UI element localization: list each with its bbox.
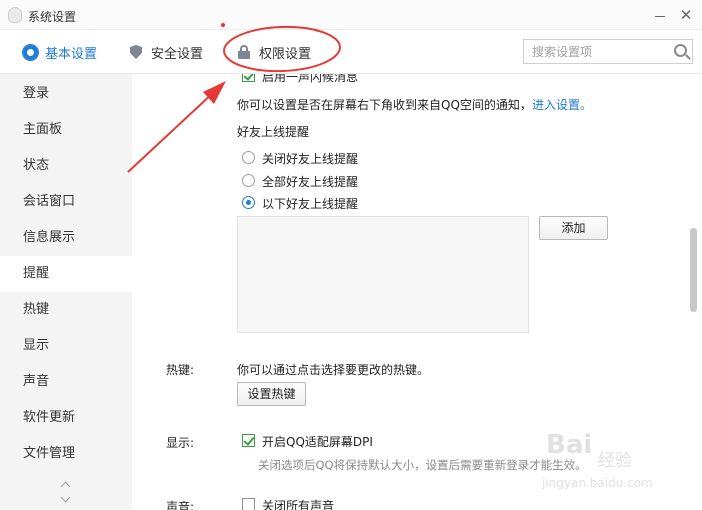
tab-security-settings[interactable]: 安全设置 — [128, 42, 203, 62]
title-bar: 系统设置 ✕ — [0, 0, 702, 30]
search-box — [523, 39, 693, 64]
friend-list-box[interactable] — [237, 216, 529, 333]
sidebar-item-software-update[interactable]: 软件更新 — [0, 400, 132, 436]
search-input[interactable] — [524, 40, 664, 63]
window-title: 系统设置 — [28, 10, 77, 24]
radio-all-online-reminder[interactable] — [242, 174, 255, 187]
tab-basic-label: 基本设置 — [45, 46, 98, 62]
hotkey-section-label: 热键: — [166, 363, 195, 377]
chevron-up-icon[interactable] — [60, 480, 72, 488]
watermark-logo-text: 经验 — [598, 451, 632, 471]
sidebar-item-login[interactable]: 登录 — [0, 76, 132, 112]
qzone-notice-text: 你可以设置是否在屏幕右下角收到来自QQ空间的通知， — [237, 98, 532, 112]
sidebar-item-reminder[interactable]: 提醒 — [0, 256, 132, 292]
tab-permission-settings[interactable]: 权限设置 — [236, 42, 311, 62]
dpi-adapt-label: 开启QQ适配屏幕DPI — [262, 435, 373, 449]
radio-disable-online-reminder[interactable] — [242, 151, 255, 164]
flash-message-checkbox[interactable] — [242, 74, 255, 82]
qzone-settings-link[interactable]: 进入设置。 — [532, 96, 592, 113]
minimize-button[interactable] — [650, 5, 670, 25]
baidu-jingyan-watermark: Bai 经验 jingyan.baidu.com — [540, 430, 690, 500]
sidebar-item-chat-window[interactable]: 会话窗口 — [0, 184, 132, 220]
content-scrollbar[interactable] — [690, 228, 697, 312]
sidebar-item-main-panel[interactable]: 主面板 — [0, 112, 132, 148]
radio-disable-online-reminder-label: 关闭好友上线提醒 — [262, 152, 359, 166]
mute-all-label: 关闭所有声音 — [262, 499, 335, 510]
chevron-down-icon[interactable] — [60, 495, 72, 503]
sidebar-item-display[interactable]: 显示 — [0, 328, 132, 364]
dpi-adapt-checkbox[interactable] — [242, 434, 255, 447]
radio-all-online-reminder-label: 全部好友上线提醒 — [262, 175, 359, 189]
search-icon[interactable] — [674, 44, 687, 57]
hotkey-description: 你可以通过点击选择要更改的热键。 — [237, 363, 430, 377]
settings-tab-bar: 基本设置 安全设置 权限设置 — [0, 30, 702, 74]
set-hotkey-button[interactable]: 设置热键 — [237, 382, 306, 406]
watermark-url: jingyan.baidu.com — [542, 476, 653, 490]
qq-penguin-icon — [8, 7, 22, 23]
sidebar-item-status[interactable]: 状态 — [0, 148, 132, 184]
tab-security-label: 安全设置 — [151, 46, 204, 62]
tab-permission-label: 权限设置 — [259, 46, 312, 62]
gear-icon — [22, 44, 38, 60]
mute-all-checkbox[interactable] — [242, 498, 255, 510]
shield-icon — [128, 44, 144, 60]
sound-section-label: 声音: — [166, 500, 195, 510]
online-reminder-heading: 好友上线提醒 — [237, 125, 310, 139]
sidebar-item-file-management[interactable]: 文件管理 — [0, 436, 132, 472]
sidebar-item-hotkey[interactable]: 热键 — [0, 292, 132, 328]
flash-message-label: 启用一声闪候消息 — [262, 74, 359, 84]
add-friend-button[interactable]: 添加 — [539, 216, 608, 240]
radio-selected-online-reminder-label: 以下好友上线提醒 — [262, 197, 359, 211]
lock-icon — [236, 44, 252, 60]
tab-basic-settings[interactable]: 基本设置 — [22, 42, 97, 62]
watermark-logo: Bai — [546, 430, 593, 460]
sidebar-item-sound[interactable]: 声音 — [0, 364, 132, 400]
close-button[interactable]: ✕ — [676, 5, 696, 25]
sidebar: 登录 主面板 状态 会话窗口 信息展示 提醒 热键 显示 声音 软件更新 文件管… — [0, 74, 132, 510]
display-section-label: 显示: — [166, 436, 195, 450]
dpi-adapt-note: 关闭选项后QQ将保持默认大小，设置后需要重新登录才能生效。 — [258, 458, 587, 472]
radio-selected-online-reminder[interactable] — [242, 196, 255, 209]
sidebar-item-info-display[interactable]: 信息展示 — [0, 220, 132, 256]
